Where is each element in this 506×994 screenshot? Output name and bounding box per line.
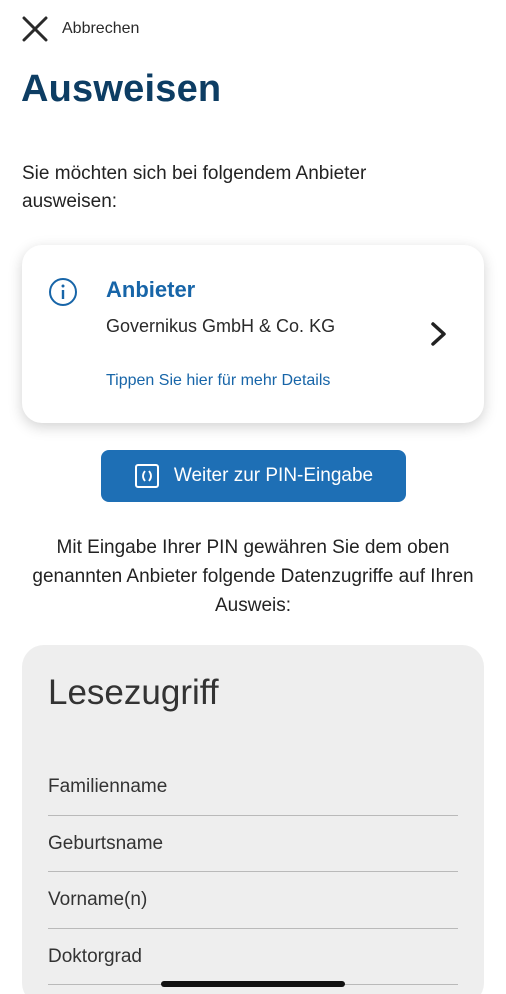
cancel-label: Abbrechen: [62, 20, 140, 37]
close-icon: [22, 16, 48, 42]
chevron-right-icon: [431, 322, 446, 346]
provider-details-link[interactable]: Tippen Sie hier für mehr Details: [106, 372, 330, 390]
access-info-text: Mit Eingabe Ihrer PIN gewähren Sie dem o…: [32, 537, 474, 616]
read-access-card: Lesezugriff Familienname Geburtsname Vor…: [22, 645, 484, 994]
provider-card[interactable]: Anbieter Governikus GmbH & Co. KG Tippen…: [22, 245, 484, 423]
cancel-button[interactable]: Abbrechen: [22, 16, 139, 42]
pin-entry-button[interactable]: Weiter zur PIN-Eingabe: [101, 450, 406, 502]
header: Abbrechen Ausweisen: [0, 0, 506, 138]
list-item: Geburtsname: [48, 816, 458, 872]
provider-name: Governikus GmbH & Co. KG: [106, 316, 336, 336]
list-item: Doktorgrad: [48, 929, 458, 985]
read-access-title: Lesezugriff: [48, 673, 219, 712]
pin-entry-icon: [134, 464, 159, 488]
read-access-field-list: Familienname Geburtsname Vorname(n) Dokt…: [48, 759, 458, 985]
info-icon: [49, 278, 77, 306]
provider-title: Anbieter: [106, 277, 196, 302]
page-title: Ausweisen: [21, 68, 222, 110]
list-item: Familienname: [48, 759, 458, 816]
pin-entry-button-label: Weiter zur PIN-Eingabe: [173, 465, 374, 486]
list-item: Vorname(n): [48, 872, 458, 929]
home-indicator[interactable]: [161, 981, 345, 987]
intro-text: Sie möchten sich bei folgendem Anbieter …: [22, 163, 367, 212]
